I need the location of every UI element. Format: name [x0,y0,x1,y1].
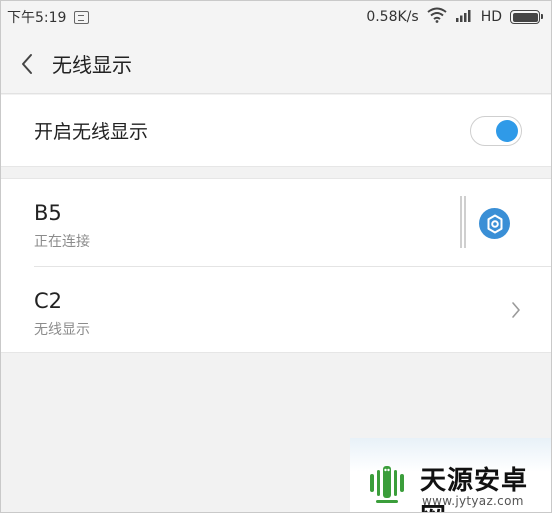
device-name: B5 [34,201,62,225]
wireless-display-switch[interactable] [470,115,522,146]
wireless-display-toggle-row[interactable]: 开启无线显示 [0,95,552,167]
switch-knob [496,119,518,142]
chevron-left-icon [22,53,32,74]
settings-gear-icon [487,214,502,233]
back-button[interactable] [2,34,52,94]
device-list: B5 正在连接 C2 无线显示 [0,178,552,353]
battery-icon [510,10,543,24]
network-type: HD [480,9,502,25]
net-speed: 0.58K/s [366,9,419,25]
device-settings-button[interactable] [479,208,510,239]
chevron-right-icon [506,300,526,320]
status-right: 0.58K/s HD [366,7,543,27]
notification-icon [74,10,90,24]
device-item-b5[interactable]: B5 正在连接 [0,179,552,266]
signal-icon [455,8,473,26]
status-left: 下午5:19 [7,7,90,27]
vertical-divider [460,196,466,248]
device-status: 无线显示 [34,322,90,338]
device-name: C2 [34,289,63,313]
toggle-label: 开启无线显示 [34,121,149,143]
status-time: 下午5:19 [7,10,67,26]
status-bar: 下午5:19 0.58K/s HD [0,0,552,34]
wifi-icon [427,7,447,27]
device-item-c2[interactable]: C2 无线显示 [0,267,552,354]
page-title: 无线显示 [52,53,132,77]
site-watermark: 天源安卓网 www.jytyaz.com [350,438,552,513]
title-bar: 无线显示 [0,34,552,94]
android-logo-icon [370,466,404,503]
device-status: 正在连接 [34,234,90,250]
watermark-url: www.jytyaz.com [422,494,524,508]
